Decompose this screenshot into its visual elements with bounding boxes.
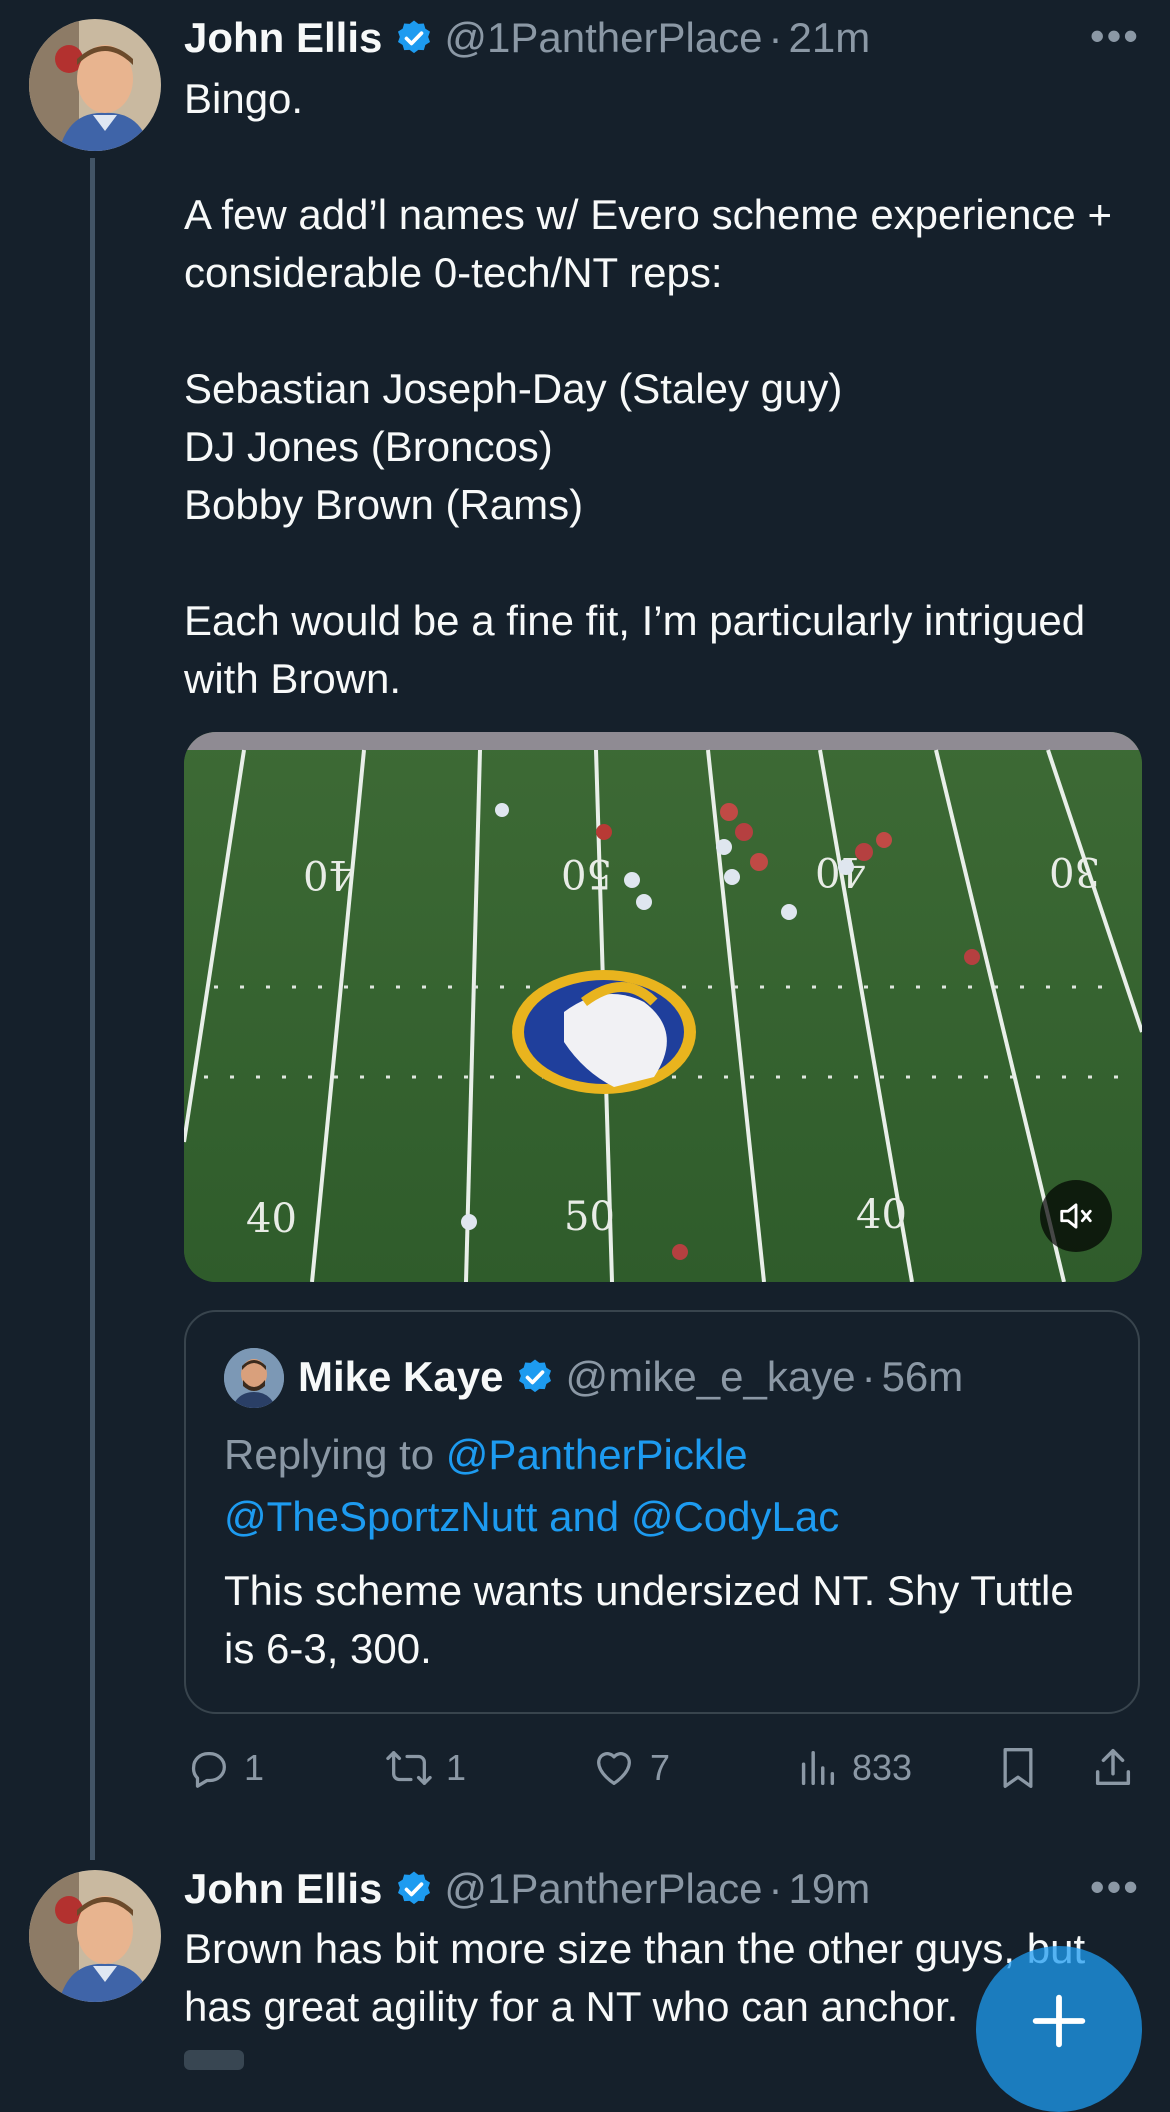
bookmark-icon <box>1003 1748 1033 1788</box>
quoted-tweet[interactable]: Mike Kaye @mike_e_kaye · 56m Replying to… <box>184 1310 1140 1714</box>
separator-dot: · <box>861 1353 876 1400</box>
timestamp[interactable]: 19m <box>789 1865 871 1913</box>
field-number: 40 <box>246 1196 297 1242</box>
more-options-icon[interactable]: ••• <box>1090 1863 1140 1911</box>
reply-button[interactable]: 1 <box>186 1738 264 1798</box>
compose-button[interactable] <box>976 1946 1142 2112</box>
quoted-tweet-text: This scheme wants undersized NT. Shy Tut… <box>224 1567 1074 1672</box>
avatar[interactable] <box>29 1870 161 2002</box>
separator-dot: · <box>768 14 783 61</box>
bookmark-button[interactable] <box>996 1738 1040 1798</box>
speaker-muted-icon <box>1060 1203 1092 1229</box>
field-number: 50 <box>561 850 612 896</box>
thread-line <box>90 158 95 1860</box>
repost-icon <box>386 1751 432 1785</box>
mention-link[interactable]: @TheSportzNutt <box>224 1493 537 1540</box>
like-count: 7 <box>650 1747 671 1788</box>
field-number: 40 <box>303 851 354 897</box>
action-bar-peek <box>184 2050 244 2070</box>
mute-button[interactable] <box>1040 1180 1112 1252</box>
author-handle[interactable]: @1PantherPlace <box>444 1865 762 1913</box>
quoted-author-handle[interactable]: @mike_e_kaye <box>565 1353 855 1401</box>
repost-button[interactable]: 1 <box>384 1738 466 1798</box>
share-icon <box>1095 1749 1131 1786</box>
views-button[interactable]: 833 <box>794 1738 912 1798</box>
verified-badge-icon <box>394 18 434 58</box>
heart-icon <box>597 1752 631 1785</box>
plus-icon <box>1032 1994 1086 2048</box>
more-options-icon[interactable]: ••• <box>1090 12 1140 60</box>
quoted-timestamp[interactable]: 56m <box>882 1353 964 1401</box>
replying-to: Replying to @PantherPickle @TheSportzNut… <box>224 1424 1104 1548</box>
video-player[interactable]: 40 50 40 30 40 50 40 <box>184 732 1142 1282</box>
timestamp[interactable]: 21m <box>789 14 871 62</box>
separator-dot: · <box>768 1865 783 1912</box>
avatar[interactable] <box>29 19 161 151</box>
share-button[interactable] <box>1090 1738 1136 1798</box>
field-number: 40 <box>856 1192 907 1238</box>
like-button[interactable]: 7 <box>590 1738 670 1798</box>
reply-count: 1 <box>244 1747 265 1788</box>
mention-link[interactable]: @CodyLac <box>631 1493 839 1540</box>
verified-badge-icon <box>394 1869 434 1909</box>
field-number: 50 <box>564 1194 615 1240</box>
repost-count: 1 <box>446 1747 467 1788</box>
quoted-avatar[interactable] <box>224 1348 284 1408</box>
replying-and: and <box>549 1493 620 1540</box>
reply-icon <box>192 1751 226 1788</box>
verified-badge-icon <box>515 1357 555 1397</box>
mention-link[interactable]: @PantherPickle <box>446 1431 748 1478</box>
tweet-text: Bingo. A few add’l names w/ Evero scheme… <box>184 75 1112 702</box>
quoted-author-name[interactable]: Mike Kaye <box>298 1353 503 1401</box>
author-name[interactable]: John Ellis <box>184 1865 382 1913</box>
views-icon <box>801 1750 835 1786</box>
replying-to-label: Replying to <box>224 1431 435 1478</box>
tweet-actions: 1 1 7 833 <box>184 1738 1144 1798</box>
author-handle[interactable]: @1PantherPlace <box>444 14 762 62</box>
field-number: 30 <box>1049 848 1100 894</box>
view-count: 833 <box>852 1747 913 1788</box>
author-name[interactable]: John Ellis <box>184 14 382 62</box>
